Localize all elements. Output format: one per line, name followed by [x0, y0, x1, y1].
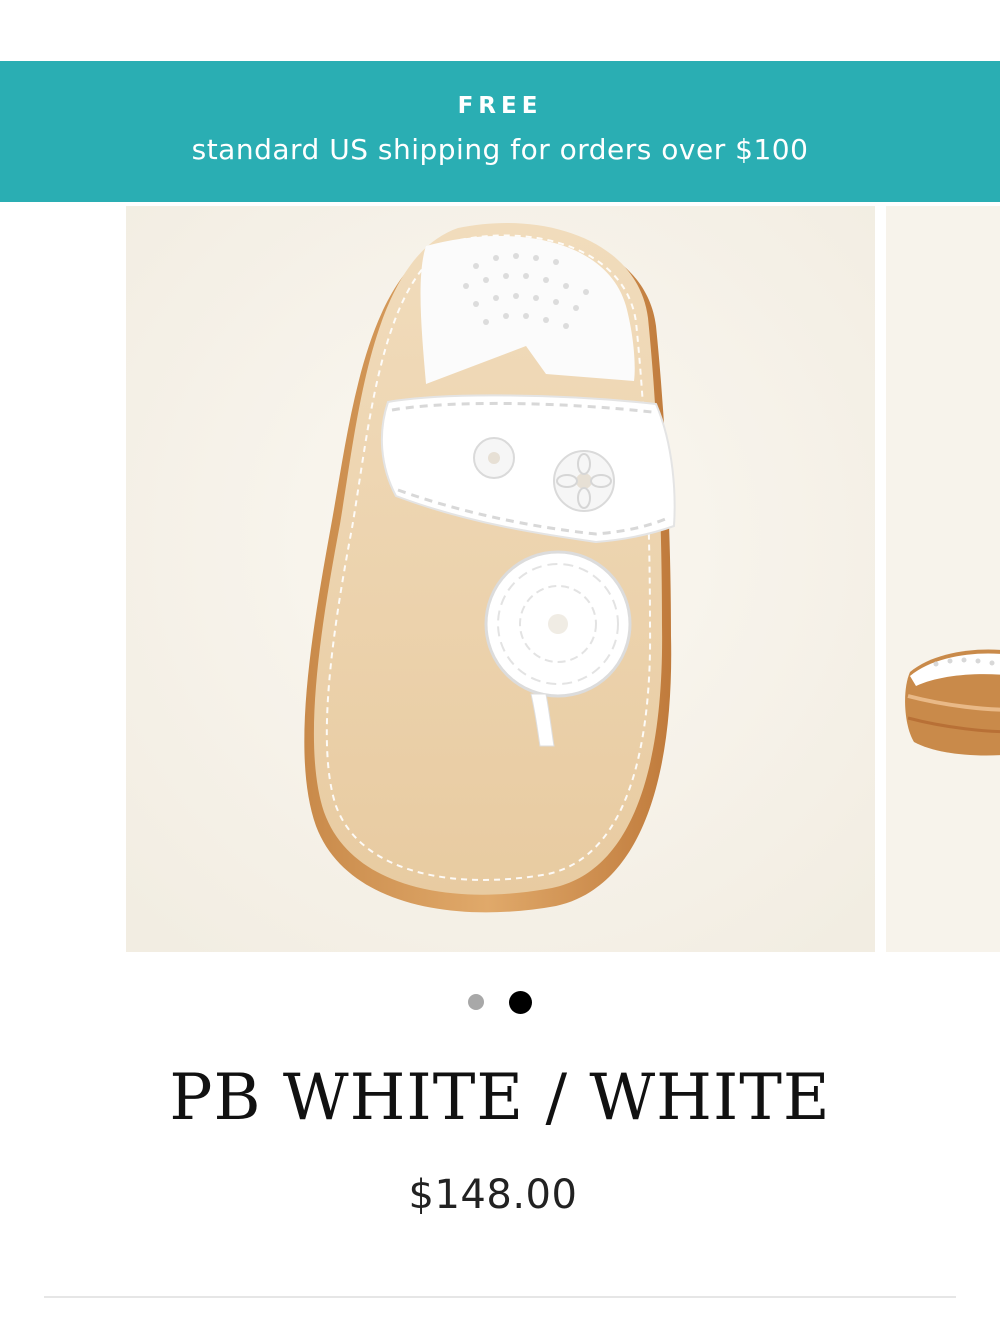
sandal-side-image — [886, 206, 1000, 952]
product-image-gallery[interactable] — [0, 202, 1000, 952]
announcement-bar: FREE standard US shipping for orders ove… — [0, 61, 1000, 202]
announcement-text: standard US shipping for orders over $10… — [191, 133, 809, 166]
product-page: FREE standard US shipping for orders ove… — [0, 0, 1000, 1333]
product-price: $148.00 — [408, 1172, 578, 1218]
gallery-pagination — [0, 990, 1000, 1014]
product-image-slide-next[interactable] — [886, 206, 1000, 952]
product-title: PB WHITE / WHITE — [169, 1061, 831, 1135]
sandal-product-image — [126, 206, 875, 952]
pagination-dot-1[interactable] — [468, 994, 484, 1010]
pagination-dot-2-active[interactable] — [509, 991, 532, 1014]
section-divider — [44, 1296, 956, 1298]
announcement-heading: FREE — [457, 93, 543, 119]
product-image-slide[interactable] — [126, 206, 875, 952]
